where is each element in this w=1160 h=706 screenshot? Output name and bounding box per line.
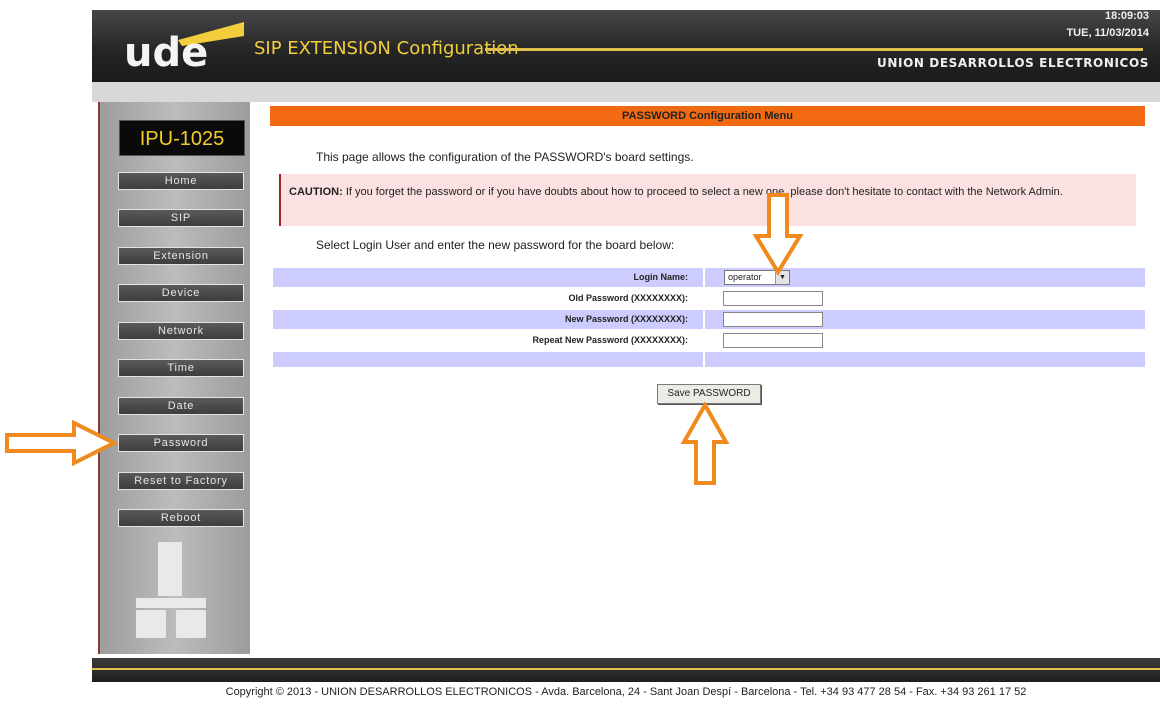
sidebar-decoration xyxy=(158,542,182,596)
new-password-row: New Password (XXXXXXXX): xyxy=(273,310,1145,329)
sidebar-item-home[interactable]: Home xyxy=(118,172,244,190)
arrow-right-icon xyxy=(5,419,119,467)
sidebar-item-reboot[interactable]: Reboot xyxy=(118,509,244,527)
sidebar-border xyxy=(98,102,100,654)
caution-text: If you forget the password or if you hav… xyxy=(342,186,1063,198)
arrow-down-icon xyxy=(752,193,804,276)
page-frame: ude SIP EXTENSION Configuration 18:09:03… xyxy=(92,0,1160,706)
repeat-password-label: Repeat New Password (XXXXXXXX): xyxy=(532,335,688,345)
header-divider xyxy=(485,48,1143,51)
sidebar-decoration xyxy=(176,610,206,638)
clock-time: 18:09:03 xyxy=(1104,10,1149,22)
app-title: SIP EXTENSION Configuration xyxy=(254,38,519,59)
sidebar-decoration xyxy=(136,610,166,638)
sidebar-item-extension[interactable]: Extension xyxy=(118,247,244,265)
old-password-field[interactable] xyxy=(723,291,823,306)
sidebar: IPU-1025 Home SIP Extension Device Netwo… xyxy=(98,102,250,654)
repeat-password-row: Repeat New Password (XXXXXXXX): xyxy=(273,331,1145,350)
sidebar-item-reset-to-factory[interactable]: Reset to Factory xyxy=(118,472,244,490)
caution-label: CAUTION: xyxy=(289,186,343,198)
header-separator xyxy=(92,82,1160,102)
sidebar-item-password[interactable]: Password xyxy=(118,434,244,452)
sidebar-item-time[interactable]: Time xyxy=(118,359,244,377)
footer-divider xyxy=(92,668,1160,670)
clock-date: TUE, 11/03/2014 xyxy=(1066,27,1149,39)
row-separator xyxy=(703,268,705,287)
footer-bar xyxy=(92,658,1160,682)
form-footer-row xyxy=(273,352,1145,367)
login-name-label: Login Name: xyxy=(633,272,688,282)
sidebar-decoration xyxy=(136,598,206,608)
ude-logo: ude xyxy=(124,22,244,72)
new-password-field[interactable] xyxy=(723,312,823,327)
sidebar-item-date[interactable]: Date xyxy=(118,397,244,415)
sidebar-item-sip[interactable]: SIP xyxy=(118,209,244,227)
svg-text:ude: ude xyxy=(124,30,208,72)
caution-box: CAUTION: If you forget the password or i… xyxy=(279,174,1136,226)
menu-title: PASSWORD Configuration Menu xyxy=(270,106,1145,126)
old-password-row: Old Password (XXXXXXXX): xyxy=(273,289,1145,308)
row-separator xyxy=(703,310,705,329)
company-name: UNION DESARROLLOS ELECTRONICOS xyxy=(877,56,1149,70)
sidebar-item-network[interactable]: Network xyxy=(118,322,244,340)
arrow-up-icon xyxy=(680,402,730,485)
device-name-badge: IPU-1025 xyxy=(119,120,245,156)
intro-text: This page allows the configuration of th… xyxy=(316,150,694,164)
copyright-text: Copyright © 2013 - UNION DESARROLLOS ELE… xyxy=(225,686,1027,698)
new-password-label: New Password (XXXXXXXX): xyxy=(564,314,688,324)
main-panel: PASSWORD Configuration Menu This page al… xyxy=(270,106,1145,655)
row-separator xyxy=(703,352,705,367)
repeat-password-field[interactable] xyxy=(723,333,823,348)
save-password-button[interactable]: Save PASSWORD xyxy=(657,384,761,404)
login-name-row: Login Name: operator ▼ xyxy=(273,268,1145,287)
sidebar-item-device[interactable]: Device xyxy=(118,284,244,302)
old-password-label: Old Password (XXXXXXXX): xyxy=(568,293,688,303)
select-prompt: Select Login User and enter the new pass… xyxy=(316,238,675,252)
header: ude SIP EXTENSION Configuration 18:09:03… xyxy=(92,10,1160,82)
